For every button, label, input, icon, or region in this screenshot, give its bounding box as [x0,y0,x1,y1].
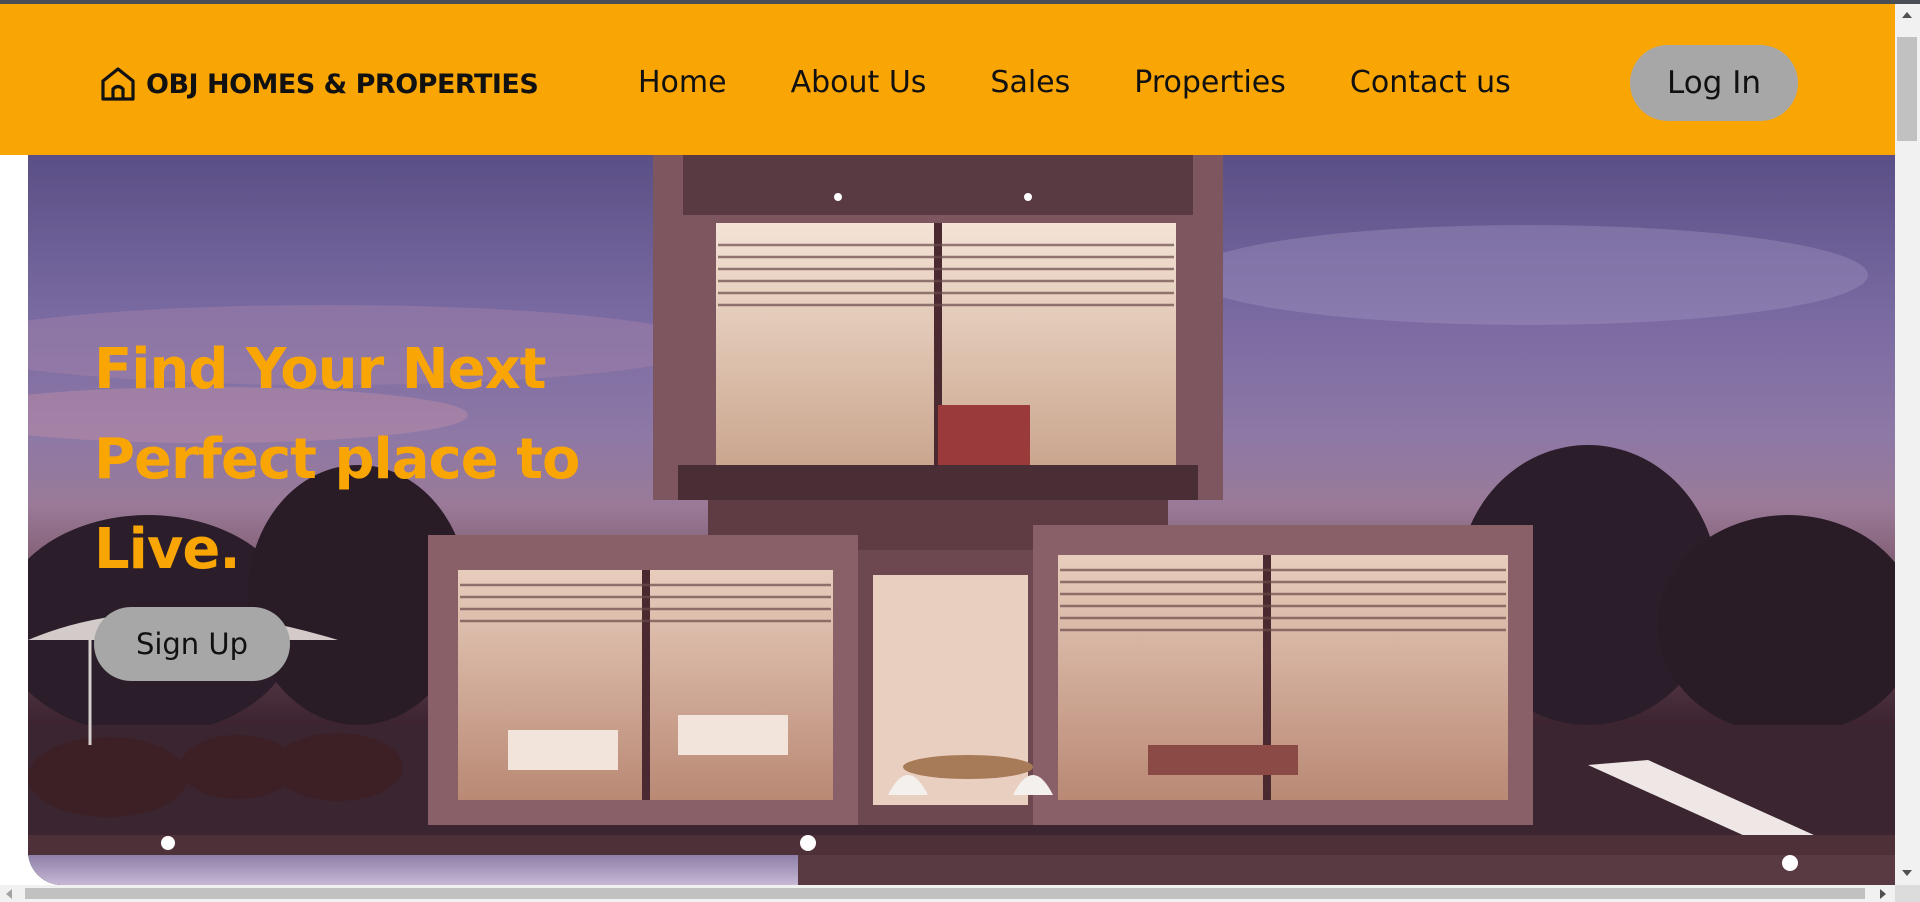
navbar: OBJ HOMES & PROPERTIES Home About Us Sal… [0,4,1895,155]
horizontal-scroll-thumb[interactable] [25,888,1865,899]
brand[interactable]: OBJ HOMES & PROPERTIES [98,62,539,106]
scroll-left-icon[interactable] [6,889,12,899]
vertical-scroll-thumb[interactable] [1897,37,1917,141]
home-icon [101,67,135,101]
scroll-right-icon[interactable] [1880,889,1886,899]
scroll-up-icon[interactable] [1902,12,1912,18]
vertical-scrollbar[interactable] [1895,4,1920,887]
brand-name: OBJ HOMES & PROPERTIES [146,68,539,100]
login-button[interactable]: Log In [1630,45,1798,121]
scroll-down-icon[interactable] [1902,870,1912,876]
horizontal-scrollbar[interactable] [0,885,1895,902]
nav-sales[interactable]: Sales [990,60,1070,106]
hero-title: Find Your Next Perfect place to Live. [94,337,580,582]
nav-about-us[interactable]: About Us [791,60,927,106]
hero-section: Find Your Next Perfect place to Live. Si… [28,155,1895,885]
nav-contact-us[interactable]: Contact us [1350,60,1511,106]
scrollbar-corner [1895,885,1920,902]
main-nav: Home About Us Sales Properties Contact u… [638,60,1511,106]
nav-properties[interactable]: Properties [1134,60,1286,106]
nav-home[interactable]: Home [638,60,727,106]
signup-button[interactable]: Sign Up [94,607,290,681]
